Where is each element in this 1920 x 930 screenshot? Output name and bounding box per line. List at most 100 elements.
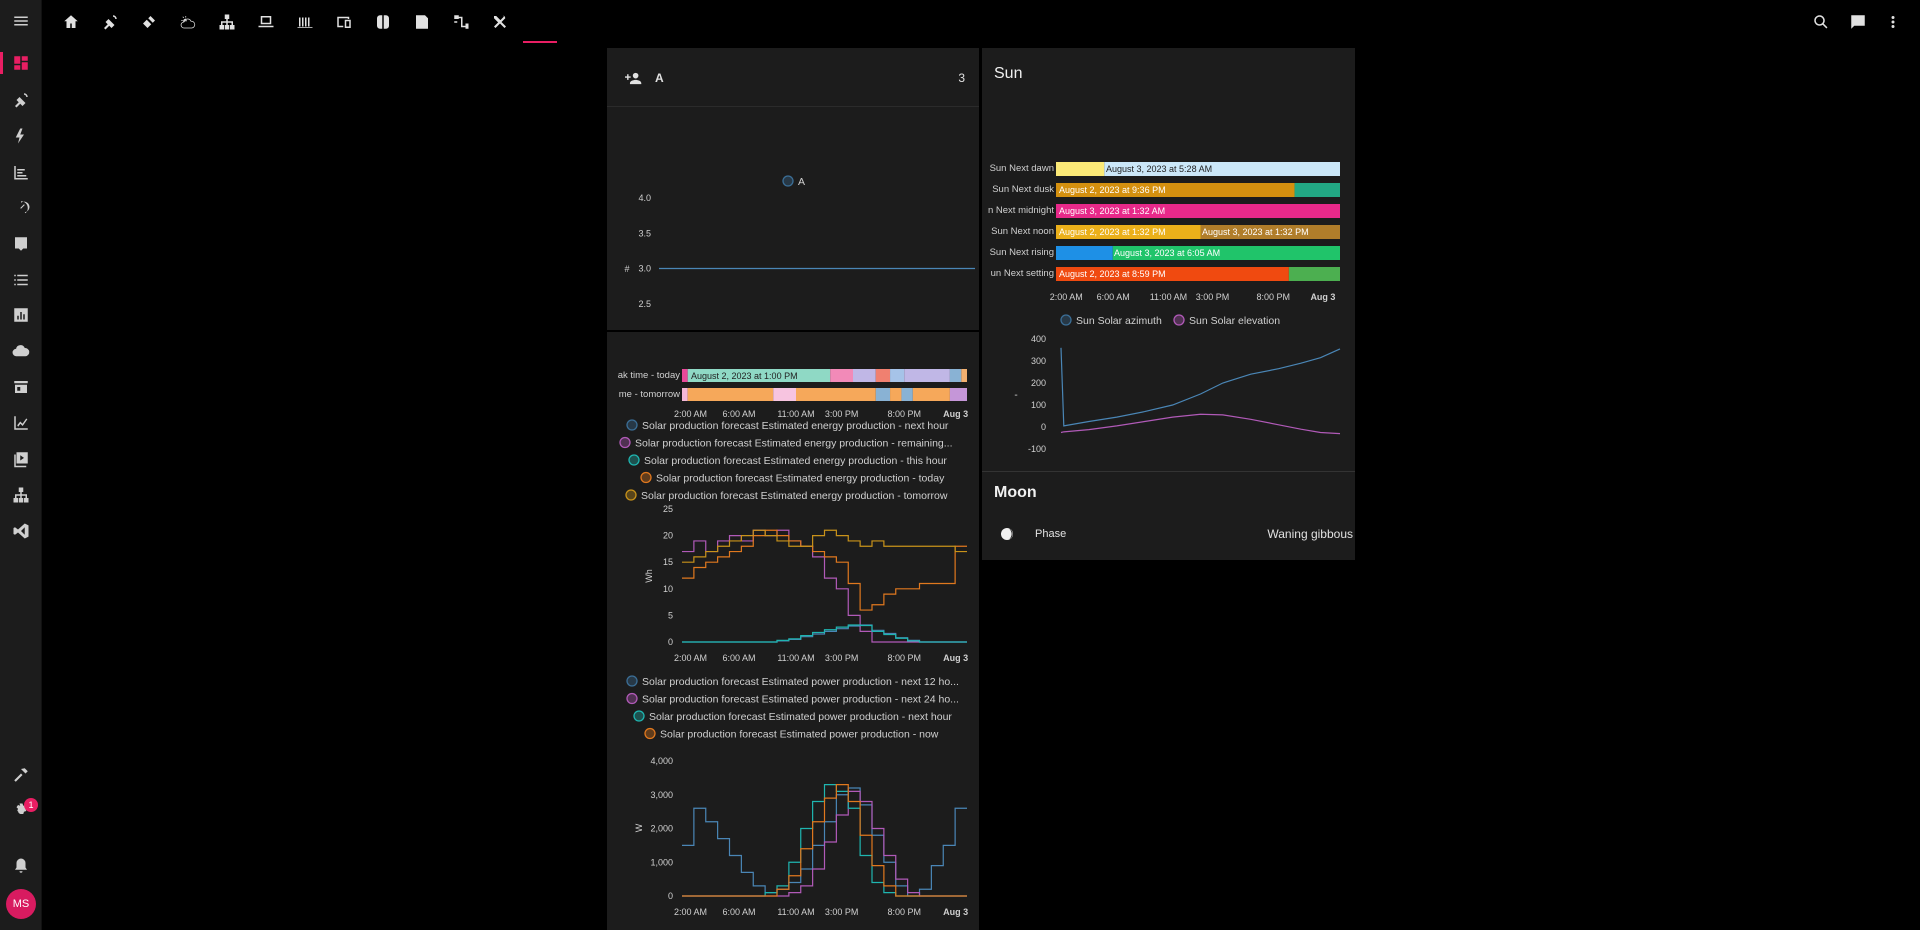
y-tick-label: 0 [668,637,673,647]
sidebar-item-vscode[interactable] [0,516,42,546]
y-tick-label: 400 [1031,334,1046,344]
sidebar-item-map[interactable] [0,480,42,510]
sun-position-chart: Sun Solar azimuth Sun Solar elevation 400 3… [1014,314,1341,495]
bell-icon [15,858,27,873]
chat-icon[interactable] [1843,7,1873,37]
sun-timeline-segment-label: August 3, 2023 at 5:28 AM [1106,164,1212,174]
power-legend-item: Solar production forecast Estimated powe… [649,711,952,723]
radiator-icon[interactable] [290,7,320,37]
top-bar [42,0,1920,44]
sidebar-item-energy[interactable] [0,121,42,151]
satellite-dish-icon[interactable] [95,7,125,37]
timeline-segment [682,388,688,401]
timeline-row-label: ak time - today [618,370,681,381]
sidebar-item-media[interactable] [0,444,42,474]
y-tick-label: 300 [1031,356,1046,366]
x-tick-label: 6:00 AM [722,907,755,917]
search-icon[interactable] [1806,7,1836,37]
chart-line-icon [14,416,28,430]
nintendo-switch-icon[interactable] [368,7,398,37]
laptop-icon[interactable] [251,7,281,37]
sidebar-item-history[interactable] [0,300,42,330]
timeline-row-label: me - tomorrow [619,389,680,400]
sun-timeline-label: n Next midnight [988,205,1054,216]
sitemap-icon[interactable] [446,7,476,37]
timeline-segment [961,369,967,382]
sidebar-item-developer-tools[interactable] [0,760,42,790]
sidebar: 1 MS [0,0,42,930]
moon-card: Moon Phase Waning gibbous [982,472,1355,560]
legend-item-a: A [798,176,805,188]
sidebar-item-gauge[interactable] [0,193,42,223]
moon-phase-row[interactable]: Phase Waning gibbous [1000,522,1353,546]
y-tick-label: 4.0 [638,193,651,203]
energy-production-chart: Solar production forecast Estimated ener… [619,419,968,663]
y-tick-label: 3.0 [638,264,651,274]
sidebar-item-logbook[interactable] [0,157,42,187]
y-tick-label: 10 [663,584,673,594]
avatar[interactable]: MS [6,889,36,919]
sun-card-title: Sun [994,65,1023,82]
energy-series-line [682,624,967,643]
account-box-icon [15,237,27,251]
peak-time-timeline: ak time - today August 2, 2023 at 1:00 PM… [618,369,968,419]
sun-timeline-segment [1056,246,1113,260]
solar-forecast-card: ak time - today August 2, 2023 at 1:00 PM… [607,332,979,930]
moon-waning-gibbous-icon [1001,528,1013,540]
sun-timeline-segment [1294,183,1340,197]
network-icon[interactable] [212,7,242,37]
sun-timeline-segment-label: August 2, 2023 at 9:36 PM [1059,185,1166,195]
energy-legend-item: Solar production forecast Estimated ener… [656,473,945,485]
timeline-segment [796,388,876,401]
sidebar-item-todo[interactable] [0,265,42,295]
energy-legend-item: Solar production forecast Estimated ener… [635,438,953,450]
energy-legend-item: Solar production forecast Estimated ener… [641,490,948,502]
sidebar-item-dashboard[interactable] [0,48,42,78]
energy-legend-item: Solar production forecast Estimated ener… [644,455,947,467]
person-name: A [655,71,664,85]
sitemap-icon [13,487,29,503]
x-tick-label: 3:00 PM [825,653,859,663]
sun-timeline-segment-label: August 3, 2023 at 1:32 PM [1202,227,1309,237]
timeline-segment [682,369,688,382]
sidebar-item-people[interactable] [0,229,42,259]
energy-legend-item: Solar production forecast Estimated ener… [642,420,949,432]
energy-legend-item-swatch [626,419,638,431]
y-axis-unit: - [1014,390,1017,401]
sidebar-item-notifications[interactable] [0,851,42,881]
satellite-icon[interactable] [134,7,164,37]
x-tick-label: 2:00 AM [674,907,707,917]
timeline-segment [890,388,902,401]
y-axis-unit: W [634,823,644,832]
tools-icon[interactable] [485,7,515,37]
sun-timeline-segment-label: August 2, 2023 at 1:32 PM [1059,227,1166,237]
menu-icon[interactable] [0,6,42,36]
book-open-icon[interactable] [407,7,437,37]
y-tick-label: 1,000 [650,857,673,867]
y-tick-label: 3.5 [638,228,651,238]
devices-icon[interactable] [329,7,359,37]
sidebar-item-satellite[interactable] [0,85,42,115]
satellite-dish-icon [15,93,28,108]
sidebar-item-statistics[interactable] [0,408,42,438]
timeline-segment-label: August 2, 2023 at 1:00 PM [691,371,798,381]
weather-partly-cloudy-icon[interactable] [173,7,203,37]
y-tick-label: 15 [663,557,673,567]
divider [607,106,979,107]
home-icon[interactable] [56,7,86,37]
x-tick-label: 8:00 PM [888,907,922,917]
dashboard-icon [14,56,28,70]
sidebar-item-settings[interactable]: 1 [0,796,42,826]
power-legend-item-swatch [644,727,656,740]
timeline-segment [912,388,950,401]
energy-legend-item-swatch [628,454,640,466]
timeline-segment [890,369,905,382]
more-vert-icon[interactable] [1878,7,1908,37]
legend-item-solar-azimuth: Sun Solar azimuth [1076,315,1162,327]
account-plus-icon [625,72,642,84]
x-tick-label: 3:00 PM [825,907,859,917]
person-entity-row[interactable]: A 3 [625,68,965,88]
sidebar-item-cloud[interactable] [0,336,42,366]
energy-legend-item-swatch [619,436,631,449]
sidebar-item-store[interactable] [0,372,42,402]
